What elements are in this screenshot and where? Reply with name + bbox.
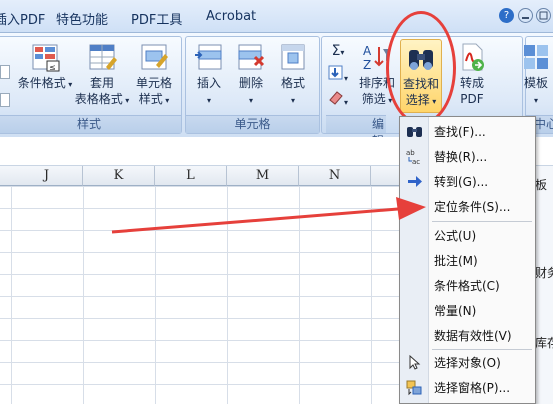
cell-style-label-2: 样式 <box>138 92 163 106</box>
template-button[interactable]: 模板 ▾ <box>514 41 553 109</box>
table-format-icon <box>89 44 117 70</box>
insert-button[interactable]: 插入 ▾ <box>190 41 228 109</box>
svg-text:Z: Z <box>363 58 371 72</box>
pdf-convert-icon <box>462 43 484 71</box>
format-button[interactable]: 格式 ▾ <box>274 41 312 109</box>
column-header-j[interactable]: J <box>11 166 83 186</box>
side-panel-text-2: 财务 <box>535 266 553 280</box>
fill-down-icon <box>328 65 343 80</box>
menu-item-goto-special-label: 定位条件(S)... <box>434 200 511 214</box>
selection-pane-icon <box>406 380 422 396</box>
delete-cells-icon <box>238 44 265 70</box>
menu-item-selection-pane[interactable]: 选择窗格(P)... <box>400 375 535 400</box>
menu-item-find-label: 查找(F)... <box>434 125 486 139</box>
cell-style-label-1: 单元格 <box>135 76 172 90</box>
delete-label: 删除 <box>238 76 263 90</box>
cell-style-button[interactable]: 单元格 样式 ▾ <box>131 41 177 109</box>
style-scroll-icon[interactable] <box>0 65 10 79</box>
menu-item-formulas[interactable]: 公式(U) <box>400 223 535 248</box>
conditional-format-button[interactable]: ≤ 条件格式 ▾ <box>15 41 75 93</box>
table-format-label-1: 套用 <box>89 76 114 90</box>
menu-item-constants-label: 常量(N) <box>434 304 477 318</box>
style-scroll-down-icon[interactable] <box>0 93 10 107</box>
group-styles: ≤ 条件格式 ▾ 套用 表格格式 ▾ 单元格 样式 ▾ 样式 <box>0 36 182 134</box>
table-format-button[interactable]: 套用 表格格式 ▾ <box>73 41 131 109</box>
group-styles-title: 样式 <box>0 115 181 133</box>
to-pdf-label-2: PDF <box>460 92 484 106</box>
menu-item-data-validation-label: 数据有效性(V) <box>434 329 512 343</box>
group-cells-title: 单元格 <box>186 115 319 133</box>
menu-item-replace[interactable]: ab ac 替换(R)... <box>400 144 535 169</box>
conditional-format-label: 条件格式 <box>17 76 66 90</box>
side-panel-text-1: 板 <box>535 178 548 192</box>
side-panel-text-3: 库存 <box>535 336 553 350</box>
replace-icon: ab ac <box>406 149 420 165</box>
column-header-o-partial[interactable] <box>371 166 400 186</box>
annotation-ellipse <box>386 11 456 125</box>
svg-text:≤: ≤ <box>49 63 56 72</box>
autosum-button[interactable]: Σ▾ <box>326 43 350 61</box>
template-icon <box>524 45 548 69</box>
cell-style-icon <box>141 44 168 70</box>
format-cells-icon <box>281 44 305 70</box>
menu-item-conditional-formatting[interactable]: 条件格式(C) <box>400 273 535 298</box>
column-header-n[interactable]: N <box>299 166 371 186</box>
ribbon-tab-bar: 插入PDF 特色功能 PDF工具 Acrobat ? <box>0 0 553 33</box>
side-panel-partial <box>534 166 553 404</box>
svg-text:A: A <box>363 44 372 58</box>
insert-cells-icon <box>195 44 222 70</box>
table-format-label-2: 表格格式 <box>74 92 123 106</box>
tab-acrobat[interactable]: Acrobat <box>206 9 256 24</box>
restore-icon[interactable] <box>536 8 551 23</box>
format-label: 格式 <box>280 76 305 90</box>
menu-item-select-objects-label: 选择对象(O) <box>434 356 501 370</box>
to-pdf-label-1: 转成 <box>459 76 484 90</box>
find-select-menu: 查找(F)... ab ac 替换(R)... 转到(G)... 定位条件(S)… <box>399 116 536 404</box>
conditional-format-icon: ≤ <box>32 44 60 72</box>
help-icon[interactable]: ? <box>499 8 514 23</box>
tab-special-features[interactable]: 特色功能 <box>56 9 108 28</box>
menu-item-conditional-formatting-label: 条件格式(C) <box>434 279 500 293</box>
menu-item-goto-special[interactable]: 定位条件(S)... <box>400 194 535 219</box>
svg-text:ab: ab <box>406 149 415 157</box>
tab-pdf-tools[interactable]: PDF工具 <box>131 9 182 28</box>
menu-item-selection-pane-label: 选择窗格(P)... <box>434 381 511 395</box>
minimize-icon[interactable] <box>518 8 533 23</box>
insert-label: 插入 <box>196 76 221 90</box>
delete-button[interactable]: 删除 ▾ <box>232 41 270 109</box>
tab-insert-pdf[interactable]: 插入PDF <box>0 9 45 28</box>
group-cells: 插入 ▾ 删除 ▾ 格式 ▾ 单元格 <box>185 36 320 134</box>
menu-item-comments-label: 批注(M) <box>434 254 478 268</box>
arrow-right-icon <box>408 176 422 187</box>
group-editing-title: 编辑 <box>326 115 386 148</box>
menu-item-comments[interactable]: 批注(M) <box>400 248 535 273</box>
menu-item-find[interactable]: 查找(F)... <box>400 119 535 144</box>
template-label: 模板 <box>523 76 548 90</box>
menu-item-data-validation[interactable]: 数据有效性(V) <box>400 323 535 348</box>
menu-item-replace-label: 替换(R)... <box>434 150 488 164</box>
sort-filter-label-2: 筛选 <box>361 92 386 106</box>
clear-button[interactable]: ▾ <box>326 89 350 111</box>
cursor-icon <box>409 354 421 370</box>
worksheet-grid[interactable] <box>0 186 400 404</box>
column-header-l[interactable]: L <box>155 166 227 186</box>
menu-item-select-objects[interactable]: 选择对象(O) <box>400 350 535 375</box>
menu-separator <box>432 221 532 222</box>
menu-item-formulas-label: 公式(U) <box>434 229 477 243</box>
svg-text:ac: ac <box>412 158 420 165</box>
fill-button[interactable]: ▾ <box>326 65 350 87</box>
column-header-m[interactable]: M <box>227 166 299 186</box>
column-header-k[interactable]: K <box>83 166 155 186</box>
menu-item-goto[interactable]: 转到(G)... <box>400 169 535 194</box>
eraser-icon <box>329 91 343 105</box>
to-pdf-button[interactable]: 转成 PDF <box>450 41 494 107</box>
menu-item-goto-label: 转到(G)... <box>434 175 489 189</box>
binoculars-icon <box>407 127 422 137</box>
menu-item-constants[interactable]: 常量(N) <box>400 298 535 323</box>
